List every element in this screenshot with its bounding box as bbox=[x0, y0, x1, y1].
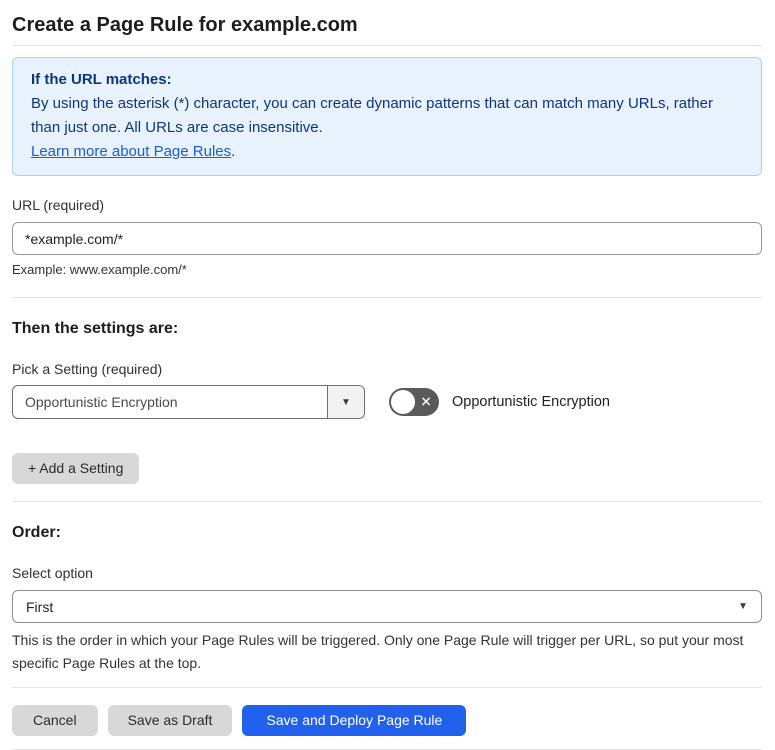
learn-more-link[interactable]: Learn more about Page Rules bbox=[31, 143, 231, 160]
chevron-down-icon: ▼ bbox=[341, 396, 351, 408]
order-select-value: First bbox=[26, 598, 54, 615]
opportunistic-encryption-toggle[interactable]: ✕ bbox=[389, 388, 439, 416]
save-as-draft-button[interactable]: Save as Draft bbox=[107, 705, 233, 736]
info-box-link-line: Learn more about Page Rules. bbox=[31, 140, 743, 164]
info-box-body: By using the asterisk (*) character, you… bbox=[31, 95, 713, 136]
settings-section-heading: Then the settings are: bbox=[12, 320, 179, 337]
setting-select[interactable]: Opportunistic Encryption ▼ bbox=[12, 385, 365, 419]
pick-setting-label: Pick a Setting (required) bbox=[12, 361, 163, 377]
setting-select-value: Opportunistic Encryption bbox=[25, 394, 178, 410]
page-rule-form: Create a Page Rule for example.com If th… bbox=[0, 0, 775, 750]
divider bbox=[12, 687, 762, 688]
cancel-button[interactable]: Cancel bbox=[12, 705, 98, 736]
order-helper-text: This is the order in which your Page Rul… bbox=[12, 632, 744, 671]
info-box-heading: If the URL matches: bbox=[31, 71, 172, 88]
action-buttons-row: Cancel Save as Draft Save and Deploy Pag… bbox=[12, 705, 762, 736]
order-select[interactable]: First ▼ bbox=[12, 590, 762, 623]
chevron-down-icon: ▼ bbox=[738, 601, 748, 612]
order-section-heading: Order: bbox=[12, 524, 61, 541]
url-example-helper: Example: www.example.com/* bbox=[12, 262, 187, 277]
url-input[interactable] bbox=[12, 222, 762, 255]
order-select-label: Select option bbox=[12, 565, 93, 581]
setting-select-arrow-button[interactable]: ▼ bbox=[327, 386, 364, 418]
add-setting-button[interactable]: + Add a Setting bbox=[12, 453, 140, 484]
divider bbox=[12, 297, 762, 298]
url-field-label: URL (required) bbox=[12, 197, 105, 213]
url-match-info-box: If the URL matches: By using the asteris… bbox=[12, 57, 762, 176]
setting-row: Opportunistic Encryption ▼ ✕ Opportunist… bbox=[12, 385, 762, 419]
toggle-label: Opportunistic Encryption bbox=[452, 394, 610, 410]
divider bbox=[12, 501, 762, 502]
page-title: Create a Page Rule for example.com bbox=[12, 14, 358, 36]
save-and-deploy-button[interactable]: Save and Deploy Page Rule bbox=[242, 705, 467, 736]
link-suffix: . bbox=[231, 143, 236, 160]
toggle-off-x-icon: ✕ bbox=[420, 393, 432, 410]
divider bbox=[12, 45, 762, 46]
toggle-knob bbox=[391, 390, 415, 414]
